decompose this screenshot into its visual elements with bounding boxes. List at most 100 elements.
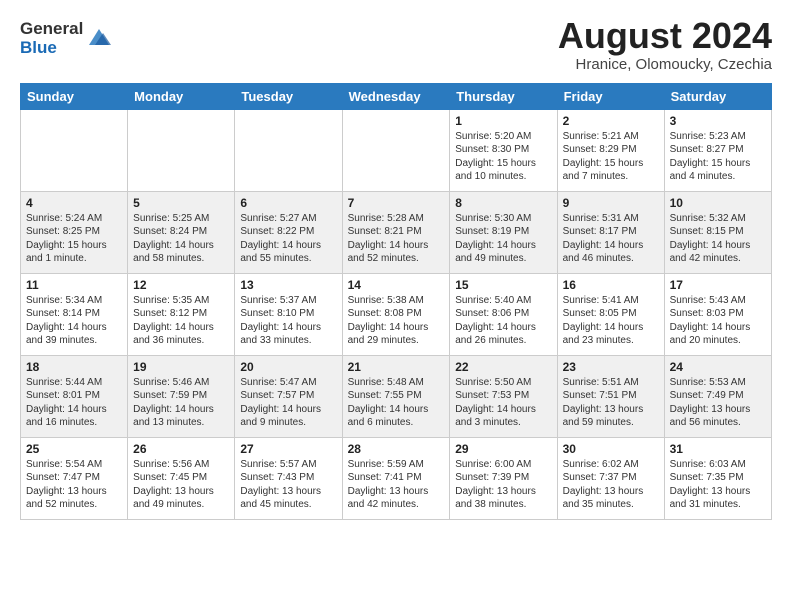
day-info: Sunrise: 5:47 AM Sunset: 7:57 PM Dayligh… — [240, 376, 336, 430]
table-row — [128, 109, 235, 191]
day-info: Sunrise: 5:46 AM Sunset: 7:59 PM Dayligh… — [133, 376, 229, 430]
col-sunday: Sunday — [21, 83, 128, 109]
day-number: 19 — [133, 360, 229, 374]
day-number: 21 — [348, 360, 445, 374]
calendar-week-row: 1 Sunrise: 5:20 AM Sunset: 8:30 PM Daylig… — [21, 109, 772, 191]
logo-general: General — [20, 20, 83, 39]
table-row: 6 Sunrise: 5:27 AM Sunset: 8:22 PM Daylig… — [235, 191, 342, 273]
table-row: 13 Sunrise: 5:37 AM Sunset: 8:10 PM Dayli… — [235, 273, 342, 355]
table-row — [235, 109, 342, 191]
calendar-week-row: 25Sunrise: 5:54 AM Sunset: 7:47 PM Dayli… — [21, 437, 772, 519]
day-number: 23 — [563, 360, 659, 374]
day-info: Sunrise: 5:24 AM Sunset: 8:25 PM Dayligh… — [26, 212, 122, 266]
day-number: 18 — [26, 360, 122, 374]
calendar-week-row: 11Sunrise: 5:34 AM Sunset: 8:14 PM Dayli… — [21, 273, 772, 355]
day-info: Sunrise: 5:25 AM Sunset: 8:24 PM Dayligh… — [133, 212, 229, 266]
table-row: 11Sunrise: 5:34 AM Sunset: 8:14 PM Dayli… — [21, 273, 128, 355]
table-row: 28 Sunrise: 5:59 AM Sunset: 7:41 PM Dayli… — [342, 437, 450, 519]
day-info: Sunrise: 5:37 AM Sunset: 8:10 PM Dayligh… — [240, 294, 336, 348]
day-info: Sunrise: 6:00 AM Sunset: 7:39 PM Dayligh… — [455, 458, 551, 512]
day-info: Sunrise: 5:35 AM Sunset: 8:12 PM Dayligh… — [133, 294, 229, 348]
table-row: 21Sunrise: 5:48 AM Sunset: 7:55 PM Dayli… — [342, 355, 450, 437]
table-row: 2Sunrise: 5:21 AM Sunset: 8:29 PM Daylig… — [557, 109, 664, 191]
calendar-header-row: Sunday Monday Tuesday Wednesday Thursday… — [21, 83, 772, 109]
day-number: 7 — [348, 196, 445, 210]
day-info: Sunrise: 5:54 AM Sunset: 7:47 PM Dayligh… — [26, 458, 122, 512]
day-number: 15 — [455, 278, 551, 292]
day-info: Sunrise: 5:28 AM Sunset: 8:21 PM Dayligh… — [348, 212, 445, 266]
day-number: 24 — [670, 360, 766, 374]
day-number: 5 — [133, 196, 229, 210]
table-row: 15 Sunrise: 5:40 AM Sunset: 8:06 PM Dayli… — [450, 273, 557, 355]
logo-blue: Blue — [20, 39, 83, 58]
day-info: Sunrise: 5:57 AM Sunset: 7:43 PM Dayligh… — [240, 458, 336, 512]
day-number: 1 — [455, 114, 551, 128]
table-row: 12 Sunrise: 5:35 AM Sunset: 8:12 PM Dayli… — [128, 273, 235, 355]
day-number: 31 — [670, 442, 766, 456]
day-info: Sunrise: 5:38 AM Sunset: 8:08 PM Dayligh… — [348, 294, 445, 348]
day-number: 17 — [670, 278, 766, 292]
day-number: 10 — [670, 196, 766, 210]
location-subtitle: Hranice, Olomoucky, Czechia — [558, 56, 772, 73]
day-number: 12 — [133, 278, 229, 292]
table-row: 19 Sunrise: 5:46 AM Sunset: 7:59 PM Dayli… — [128, 355, 235, 437]
table-row: 10 Sunrise: 5:32 AM Sunset: 8:15 PM Dayli… — [664, 191, 771, 273]
day-number: 26 — [133, 442, 229, 456]
day-info: Sunrise: 5:50 AM Sunset: 7:53 PM Dayligh… — [455, 376, 551, 430]
table-row: 8Sunrise: 5:30 AM Sunset: 8:19 PM Daylig… — [450, 191, 557, 273]
day-info: Sunrise: 5:31 AM Sunset: 8:17 PM Dayligh… — [563, 212, 659, 266]
table-row: 4 Sunrise: 5:24 AM Sunset: 8:25 PM Daylig… — [21, 191, 128, 273]
day-info: Sunrise: 5:56 AM Sunset: 7:45 PM Dayligh… — [133, 458, 229, 512]
day-number: 30 — [563, 442, 659, 456]
day-info: Sunrise: 5:20 AM Sunset: 8:30 PM Dayligh… — [455, 130, 551, 184]
logo-icon — [85, 23, 113, 51]
col-wednesday: Wednesday — [342, 83, 450, 109]
col-tuesday: Tuesday — [235, 83, 342, 109]
day-number: 28 — [348, 442, 445, 456]
header: General Blue August 2024 Hranice, Olomou… — [20, 16, 772, 73]
table-row: 5 Sunrise: 5:25 AM Sunset: 8:24 PM Daylig… — [128, 191, 235, 273]
day-number: 4 — [26, 196, 122, 210]
calendar-table: Sunday Monday Tuesday Wednesday Thursday… — [20, 83, 772, 520]
month-year-title: August 2024 — [558, 16, 772, 56]
table-row: 25Sunrise: 5:54 AM Sunset: 7:47 PM Dayli… — [21, 437, 128, 519]
day-info: Sunrise: 5:32 AM Sunset: 8:15 PM Dayligh… — [670, 212, 766, 266]
day-info: Sunrise: 6:02 AM Sunset: 7:37 PM Dayligh… — [563, 458, 659, 512]
day-info: Sunrise: 5:43 AM Sunset: 8:03 PM Dayligh… — [670, 294, 766, 348]
col-friday: Friday — [557, 83, 664, 109]
table-row: 3Sunrise: 5:23 AM Sunset: 8:27 PM Daylig… — [664, 109, 771, 191]
table-row — [21, 109, 128, 191]
calendar-week-row: 4 Sunrise: 5:24 AM Sunset: 8:25 PM Daylig… — [21, 191, 772, 273]
day-number: 22 — [455, 360, 551, 374]
table-row: 1 Sunrise: 5:20 AM Sunset: 8:30 PM Daylig… — [450, 109, 557, 191]
table-row: 18Sunrise: 5:44 AM Sunset: 8:01 PM Dayli… — [21, 355, 128, 437]
day-info: Sunrise: 5:23 AM Sunset: 8:27 PM Dayligh… — [670, 130, 766, 184]
table-row: 16 Sunrise: 5:41 AM Sunset: 8:05 PM Dayli… — [557, 273, 664, 355]
table-row: 23Sunrise: 5:51 AM Sunset: 7:51 PM Dayli… — [557, 355, 664, 437]
day-info: Sunrise: 5:59 AM Sunset: 7:41 PM Dayligh… — [348, 458, 445, 512]
day-number: 9 — [563, 196, 659, 210]
day-number: 6 — [240, 196, 336, 210]
day-info: Sunrise: 5:41 AM Sunset: 8:05 PM Dayligh… — [563, 294, 659, 348]
day-number: 2 — [563, 114, 659, 128]
table-row: 7 Sunrise: 5:28 AM Sunset: 8:21 PM Daylig… — [342, 191, 450, 273]
logo: General Blue — [20, 20, 113, 57]
day-number: 13 — [240, 278, 336, 292]
day-number: 8 — [455, 196, 551, 210]
col-thursday: Thursday — [450, 83, 557, 109]
table-row: 9 Sunrise: 5:31 AM Sunset: 8:17 PM Daylig… — [557, 191, 664, 273]
day-info: Sunrise: 5:40 AM Sunset: 8:06 PM Dayligh… — [455, 294, 551, 348]
day-info: Sunrise: 6:03 AM Sunset: 7:35 PM Dayligh… — [670, 458, 766, 512]
col-monday: Monday — [128, 83, 235, 109]
day-info: Sunrise: 5:27 AM Sunset: 8:22 PM Dayligh… — [240, 212, 336, 266]
day-number: 16 — [563, 278, 659, 292]
title-block: August 2024 Hranice, Olomoucky, Czechia — [558, 16, 772, 73]
day-info: Sunrise: 5:53 AM Sunset: 7:49 PM Dayligh… — [670, 376, 766, 430]
day-number: 14 — [348, 278, 445, 292]
table-row: 27Sunrise: 5:57 AM Sunset: 7:43 PM Dayli… — [235, 437, 342, 519]
table-row — [342, 109, 450, 191]
page: General Blue August 2024 Hranice, Olomou… — [0, 0, 792, 536]
table-row: 26 Sunrise: 5:56 AM Sunset: 7:45 PM Dayli… — [128, 437, 235, 519]
logo-text: General Blue — [20, 20, 83, 57]
table-row: 17 Sunrise: 5:43 AM Sunset: 8:03 PM Dayli… — [664, 273, 771, 355]
